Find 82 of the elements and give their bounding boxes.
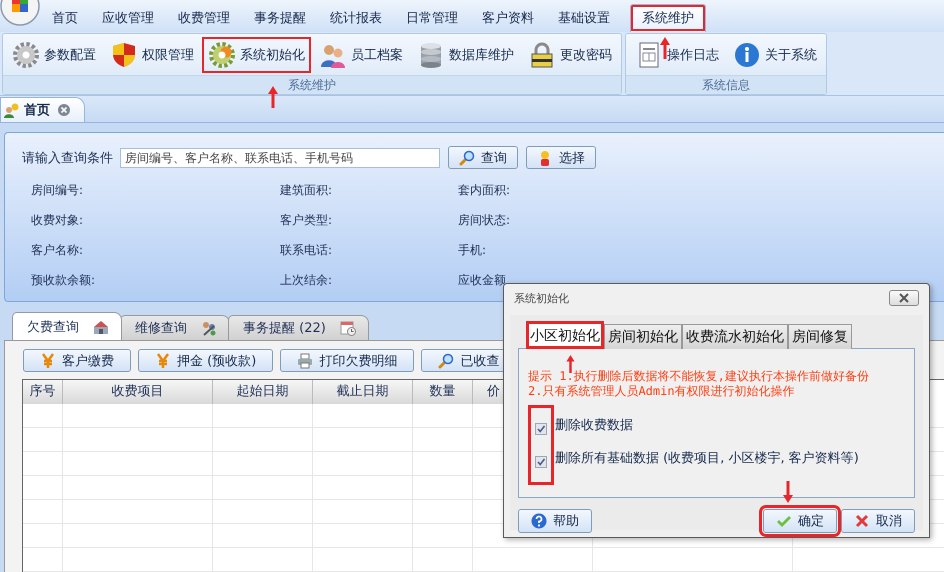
warning-text: 2.只有系统管理人员Admin有权限进行初始化操作 bbox=[528, 384, 796, 399]
search-field[interactable]: 房间编号、客户名称、联系电话、手机号码 bbox=[120, 148, 440, 168]
action-button[interactable]: 打印欠费明细 bbox=[280, 349, 414, 372]
ribbon-button[interactable]: 权限管理 bbox=[104, 36, 200, 72]
ribbon-button[interactable]: 更改密码 bbox=[522, 36, 618, 72]
menu-tab[interactable]: 客户资料 bbox=[470, 4, 546, 32]
field-label: 建筑面积: bbox=[280, 182, 334, 198]
field-label: 预收款余额: bbox=[31, 272, 96, 288]
field-label: 客户名称: bbox=[31, 242, 84, 258]
field-label: 客户类型: bbox=[280, 212, 334, 228]
menu-tab[interactable]: 基础设置 bbox=[546, 4, 622, 32]
action-button[interactable]: 客户缴费 bbox=[23, 349, 131, 372]
dialog-button[interactable]: 取消 bbox=[841, 509, 915, 533]
ribbon-button[interactable]: 数据库维护 bbox=[411, 36, 520, 72]
gear-icon bbox=[12, 40, 40, 68]
search-icon bbox=[438, 352, 454, 368]
menu-tab[interactable]: 事务提醒 bbox=[242, 4, 318, 32]
dialog-tab[interactable]: 收费流水初始化 bbox=[682, 324, 788, 349]
house-icon bbox=[93, 318, 109, 334]
help-icon bbox=[531, 513, 547, 529]
close-icon[interactable] bbox=[58, 104, 70, 116]
column-header[interactable]: 起始日期 bbox=[213, 380, 313, 404]
menu-tab[interactable]: 收费管理 bbox=[166, 4, 242, 32]
yen-icon bbox=[40, 352, 56, 368]
tab[interactable]: 事务提醒 (22) bbox=[228, 315, 369, 340]
tab[interactable]: 维修查询 bbox=[120, 315, 230, 340]
annotation-arrow bbox=[566, 355, 575, 373]
query-button[interactable]: 选择 bbox=[526, 146, 596, 169]
search-icon bbox=[459, 150, 475, 166]
gears-icon bbox=[208, 40, 236, 68]
field-label: 收费对象: bbox=[31, 212, 84, 228]
warning-text: 提示 1.执行删除后数据将不能恢复,建议执行本操作前做好备份 bbox=[528, 369, 870, 384]
annotation-arrow bbox=[268, 86, 278, 108]
column-header[interactable]: 收费项目 bbox=[63, 380, 213, 404]
people-icon bbox=[4, 102, 20, 118]
field-label: 房间编号: bbox=[31, 182, 84, 198]
field-label: 房间状态: bbox=[458, 212, 512, 228]
check-icon bbox=[776, 513, 792, 529]
close-button[interactable] bbox=[889, 290, 919, 306]
tab[interactable]: 欠费查询 bbox=[12, 312, 122, 340]
document-tab[interactable]: 首页 bbox=[0, 97, 85, 122]
dialog-tab[interactable]: 房间修复 bbox=[788, 324, 852, 349]
close-icon bbox=[898, 293, 910, 303]
dialog-tab[interactable]: 小区初始化 bbox=[526, 321, 604, 349]
column-header[interactable]: 序号 bbox=[23, 380, 63, 404]
tools-icon bbox=[201, 320, 217, 336]
menu-tab[interactable]: 统计报表 bbox=[318, 4, 394, 32]
ribbon-button[interactable]: 操作日志 bbox=[629, 36, 725, 72]
ribbon-button[interactable]: 系统初始化 bbox=[202, 36, 311, 72]
checkbox-label: 删除所有基础数据 (收费项目, 小区楼宇, 客户资料等) bbox=[555, 450, 859, 468]
ribbon-button[interactable]: 关于系统 bbox=[727, 36, 823, 72]
field-label: 应收金额 bbox=[458, 272, 507, 288]
group-label: 系统维护 bbox=[3, 75, 621, 94]
shield-icon bbox=[110, 40, 138, 68]
checkbox[interactable] bbox=[535, 456, 547, 468]
printer-icon bbox=[297, 352, 314, 368]
calendar-icon bbox=[340, 320, 356, 336]
field-label: 上次结余: bbox=[280, 272, 334, 288]
field-label: 套内面积: bbox=[458, 182, 512, 198]
ribbon-button[interactable]: 参数配置 bbox=[6, 36, 102, 72]
cross-icon bbox=[854, 513, 870, 529]
ribbon-button[interactable]: 员工档案 bbox=[313, 36, 409, 72]
dialog-button[interactable]: 帮助 bbox=[518, 509, 592, 533]
column-header[interactable]: 截止日期 bbox=[313, 380, 413, 404]
dialog-tab[interactable]: 房间初始化 bbox=[604, 324, 682, 349]
menu-tab[interactable]: 系统维护 bbox=[630, 4, 706, 32]
field-label: 联系电话: bbox=[280, 242, 334, 258]
checkbox[interactable] bbox=[535, 422, 547, 434]
checkbox-label: 删除收费数据 bbox=[555, 417, 634, 435]
column-header[interactable]: 数量 bbox=[413, 380, 473, 404]
group-label: 系统信息 bbox=[626, 75, 826, 94]
query-label: 请输入查询条件 bbox=[22, 150, 113, 166]
menu-tab[interactable]: 日常管理 bbox=[394, 4, 470, 32]
field-label: 手机: bbox=[458, 242, 488, 258]
annotation-arrow bbox=[783, 481, 793, 503]
dialog-title: 系统初始化 bbox=[514, 290, 569, 306]
action-button[interactable]: 押金 (预收款) bbox=[138, 349, 274, 372]
menu-tab[interactable]: 应收管理 bbox=[90, 4, 166, 32]
query-button[interactable]: 查询 bbox=[448, 146, 518, 169]
menu-tab[interactable]: 首页 bbox=[40, 4, 90, 32]
yen-icon bbox=[155, 352, 171, 368]
info-icon bbox=[733, 40, 761, 68]
